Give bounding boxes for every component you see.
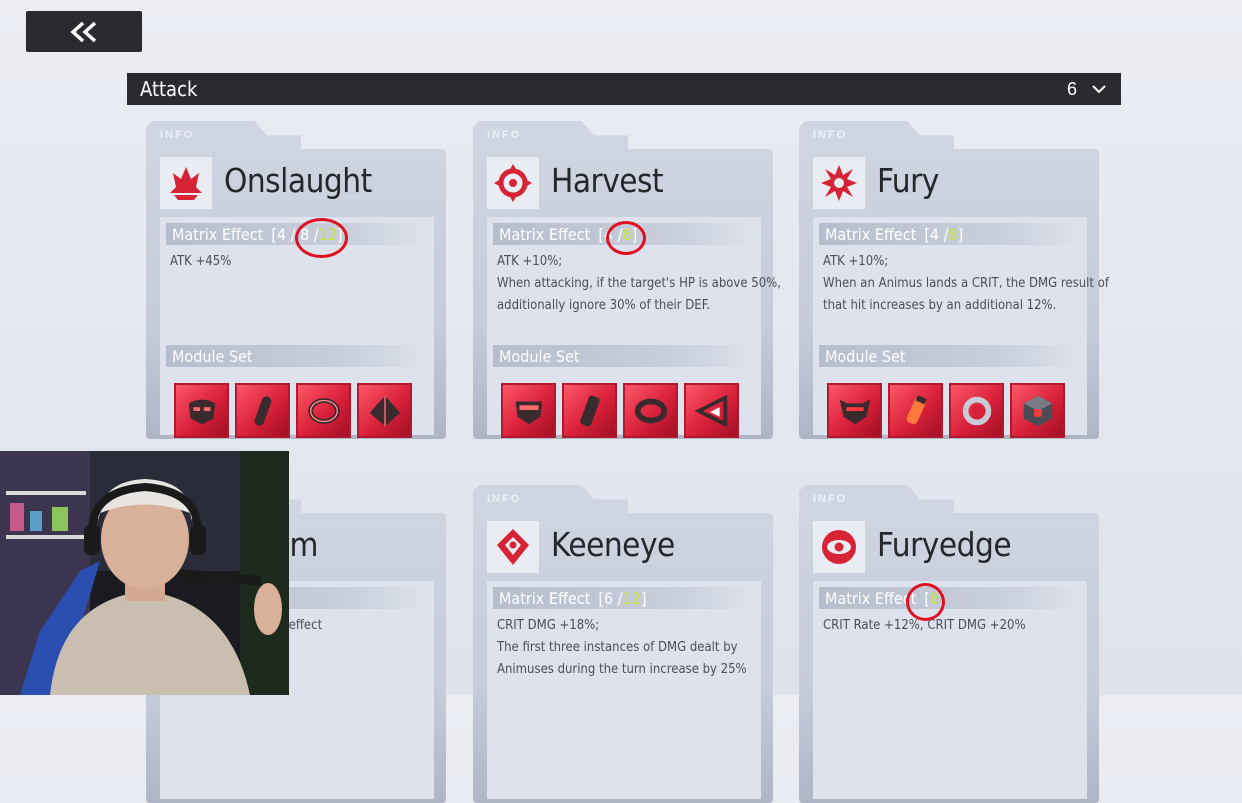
set-card-fury[interactable]: INFO Fury Matrix Effect [4 / 8] ATK +10%… — [799, 121, 1109, 439]
set-icon-box — [487, 521, 539, 573]
eye-circle-icon — [822, 530, 856, 564]
category-title: Attack — [140, 77, 198, 101]
mask-icon — [515, 401, 542, 424]
mask-icon — [188, 399, 215, 424]
module-cylinder[interactable] — [235, 383, 290, 438]
vial-icon — [905, 394, 927, 424]
module-set-header: Module Set — [493, 345, 755, 367]
pyramid-icon — [369, 395, 400, 426]
cylinder-icon — [579, 395, 600, 426]
set-card-harvest[interactable]: INFO Harvest Matrix Effect [4 / 8] ATK +… — [473, 121, 781, 439]
mask-icon — [839, 399, 870, 424]
set-name: Furyedge — [877, 525, 1012, 564]
set-icon-box — [813, 521, 865, 573]
module-list — [501, 383, 739, 438]
effect-description: CRIT DMG +18%; The first three instances… — [497, 618, 747, 677]
module-mask[interactable] — [827, 383, 882, 438]
triangle-icon — [693, 394, 727, 427]
cylinder-icon — [254, 395, 271, 426]
set-card-keeneye[interactable]: INFO Keeneye Matrix Effect [6 / 12] CRIT… — [473, 485, 773, 803]
set-icon-box — [813, 157, 865, 209]
set-card-furyedge[interactable]: INFO Furyedge Matrix Effect [6] CRIT Rat… — [799, 485, 1099, 803]
module-cylinder[interactable] — [562, 383, 617, 438]
annotation-circle — [906, 583, 945, 621]
set-icon-box — [160, 157, 212, 209]
info-panel: Matrix Effect [4 / 8] ATK +10%; When an … — [813, 217, 1109, 438]
module-ring[interactable] — [296, 383, 351, 438]
module-ring[interactable] — [949, 383, 1004, 438]
info-panel: Matrix Effect [6 / 12] CRIT DMG +18%; Th… — [487, 581, 761, 799]
effect-description: ATK +10%; When an Animus lands a CRIT, t… — [823, 254, 1109, 313]
webcam-video — [0, 451, 289, 695]
module-mask[interactable] — [501, 383, 556, 438]
eye-diamond-icon — [497, 529, 529, 565]
set-icon-box — [487, 157, 539, 209]
double-chevron-left-icon — [70, 21, 97, 42]
category-dropdown[interactable]: Attack 6 — [127, 73, 1121, 105]
module-vial[interactable] — [888, 383, 943, 438]
effect-description: ATK +10%; When attacking, if the target'… — [497, 254, 781, 313]
set-name: Fury — [877, 161, 939, 200]
ring-icon — [307, 397, 340, 424]
module-pyramid[interactable] — [357, 383, 412, 438]
module-list — [174, 383, 412, 438]
matrix-effect-header: Matrix Effect [4 / 8] — [819, 223, 1081, 245]
annotation-circle — [606, 221, 646, 255]
effect-description: CRIT Rate +12%, CRIT DMG +20% — [823, 618, 1026, 633]
module-ring[interactable] — [623, 383, 678, 438]
annotation-circle — [295, 218, 348, 258]
ring-icon — [962, 396, 991, 425]
module-mask[interactable] — [174, 383, 229, 438]
ring-icon — [634, 398, 667, 423]
webcam-overlay — [0, 451, 289, 695]
category-count: 6 — [1066, 78, 1077, 99]
module-triangle[interactable] — [684, 383, 739, 438]
cube-icon — [1023, 395, 1052, 426]
module-set-header: Module Set — [819, 345, 1081, 367]
set-card-onslaught[interactable]: INFO Onslaught Matrix Effect [4 / 8 / 12… — [146, 121, 446, 439]
matrix-effect-header: Matrix Effect [6 / 12] — [493, 587, 755, 609]
effect-description: ATK +45% — [170, 254, 232, 269]
chevron-down-icon — [1092, 85, 1106, 94]
matrix-effect-header: Matrix Effect [6] — [819, 587, 1081, 609]
module-list — [827, 383, 1065, 438]
module-set-header: Module Set — [166, 345, 428, 367]
set-name: Keeneye — [551, 525, 675, 564]
flame-crown-icon — [170, 167, 202, 200]
crosshair-icon — [494, 164, 532, 202]
back-button[interactable] — [26, 11, 142, 52]
info-panel: Matrix Effect [6] CRIT Rate +12%, CRIT D… — [813, 581, 1087, 799]
set-name: Harvest — [551, 161, 664, 200]
set-name: Onslaught — [224, 161, 372, 200]
module-cube[interactable] — [1010, 383, 1065, 438]
info-panel: Matrix Effect [4 / 8 / 12] ATK +45% Modu… — [160, 217, 434, 438]
spiked-burst-icon — [821, 165, 857, 201]
